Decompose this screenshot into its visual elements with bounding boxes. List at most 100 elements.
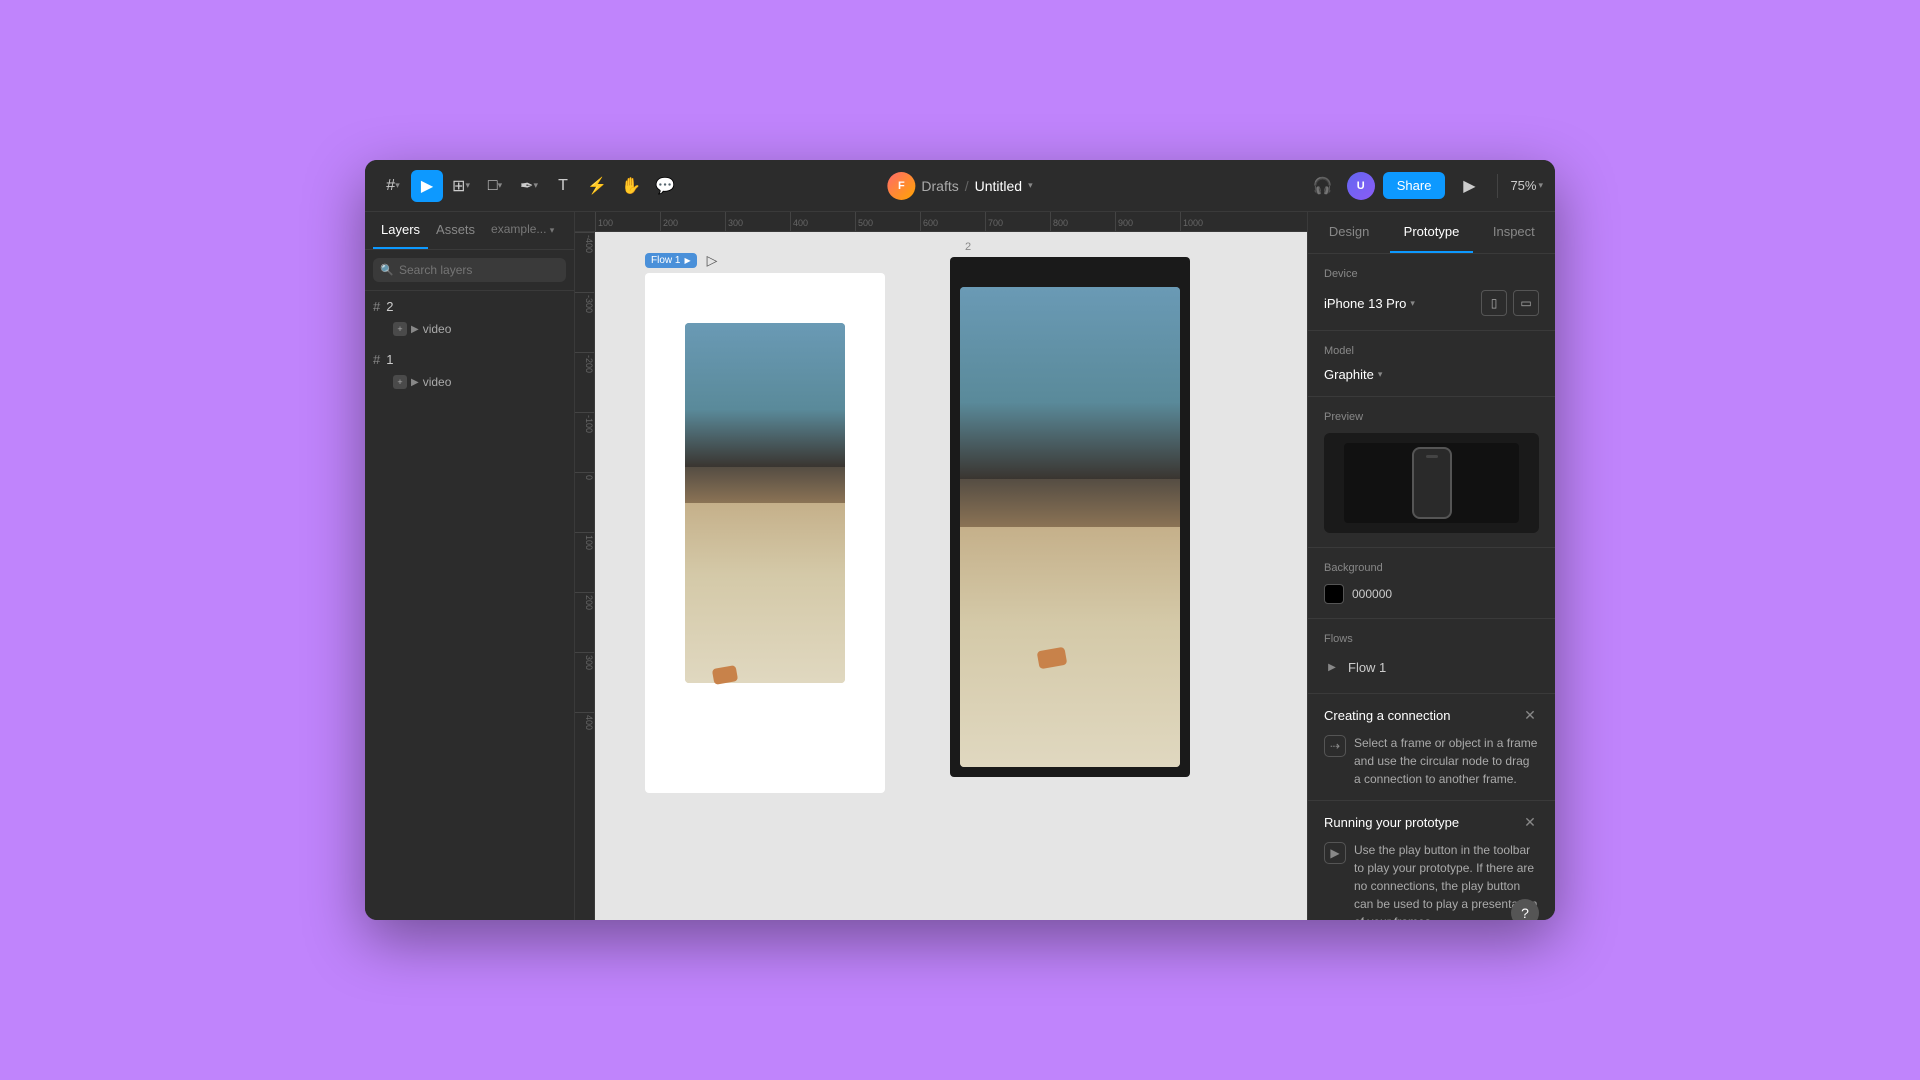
search-input[interactable]: [373, 258, 566, 282]
flow-play-icon: ▶: [684, 256, 690, 265]
ruler-mark: 1000: [1180, 212, 1245, 231]
microphone-icon: 🎧: [1313, 176, 1333, 196]
tab-inspect[interactable]: Inspect: [1473, 212, 1555, 253]
grid-tool-button[interactable]: # ▾: [377, 170, 409, 202]
creating-connection-close[interactable]: ✕: [1521, 706, 1539, 724]
layer-header-2[interactable]: # 2: [365, 295, 574, 318]
device-selector: iPhone 13 Pro ▾ ▯ ▭: [1324, 290, 1539, 316]
running-prototype-header: Running your prototype ✕: [1324, 813, 1539, 831]
frame-2-container: [950, 257, 1190, 777]
model-name: Graphite: [1324, 367, 1374, 382]
ruler-mark: 300: [725, 212, 790, 231]
play-button[interactable]: ▶: [1453, 170, 1485, 202]
flow-item-1[interactable]: ▶ Flow 1: [1324, 655, 1539, 679]
layer-header-1[interactable]: # 1: [365, 348, 574, 371]
landscape-icon: ▭: [1520, 296, 1531, 310]
frame-2-number: 2: [965, 237, 971, 255]
device-chevron: ▾: [1410, 298, 1415, 309]
text-tool-button[interactable]: T: [547, 170, 579, 202]
creating-connection-content: ⇢ Select a frame or object in a frame an…: [1324, 734, 1539, 788]
landscape-button[interactable]: ▭: [1513, 290, 1539, 316]
flow-item-label: Flow 1: [1348, 660, 1386, 675]
breadcrumb-chevron[interactable]: ▾: [1028, 180, 1033, 191]
breadcrumb-file[interactable]: Untitled: [975, 178, 1022, 194]
canvas-content[interactable]: Flow 1 ▶ ▷ 2: [595, 232, 1307, 920]
component-icon: ⚡: [587, 176, 607, 196]
canvas-area[interactable]: 100 200 300 400 500 600 700 800 900 1000…: [575, 212, 1307, 920]
layer-item-video-2[interactable]: + ▶ video: [365, 318, 574, 340]
ruler-left-mark: 400: [575, 712, 594, 772]
layer-group-1: # 1 + ▶ video: [365, 344, 574, 397]
flow-badge[interactable]: Flow 1 ▶: [645, 253, 697, 268]
ruler-left-mark: 200: [575, 592, 594, 652]
portrait-button[interactable]: ▯: [1481, 290, 1507, 316]
zoom-selector[interactable]: 75% ▾: [1510, 178, 1543, 193]
model-selector[interactable]: Graphite ▾: [1324, 367, 1539, 382]
tool-group-main: # ▾ ▶ ⊞ ▾ □ ▾ ✒ ▾ T: [377, 170, 681, 202]
tab-design[interactable]: Design: [1308, 212, 1390, 253]
creating-connection-title: Creating a connection: [1324, 708, 1450, 723]
tab-example[interactable]: example... ▾: [483, 212, 562, 249]
layer-label-video-1: video: [423, 375, 452, 389]
frame-tool-button[interactable]: ⊞ ▾: [445, 170, 477, 202]
search-icon: 🔍: [380, 264, 394, 277]
play-triangle-icon: ▶: [1324, 842, 1346, 864]
layer-item-video-1[interactable]: + ▶ video: [365, 371, 574, 393]
flows-section-title: Flows: [1324, 633, 1539, 645]
frame-2[interactable]: [950, 257, 1190, 777]
app-window: # ▾ ▶ ⊞ ▾ □ ▾ ✒ ▾ T: [365, 160, 1555, 920]
connection-icon: ⇢: [1324, 735, 1346, 757]
comment-tool-button[interactable]: 💬: [649, 170, 681, 202]
layer-expand-1[interactable]: +: [393, 375, 407, 389]
ruler-mark: 400: [790, 212, 855, 231]
model-section: Model Graphite ▾: [1308, 331, 1555, 397]
preview-dark-bg: [1344, 443, 1519, 523]
ruler-left-mark: -400: [575, 232, 594, 292]
device-name[interactable]: iPhone 13 Pro ▾: [1324, 296, 1415, 311]
avatar: F: [887, 172, 915, 200]
tab-example-chevron: ▾: [550, 225, 555, 235]
running-prototype-close[interactable]: ✕: [1521, 813, 1539, 831]
microphone-button[interactable]: 🎧: [1307, 170, 1339, 202]
pen-tool-button[interactable]: ✒ ▾: [513, 170, 545, 202]
cat-image-frame-1: [685, 323, 845, 683]
help-button[interactable]: ?: [1511, 899, 1539, 920]
hand-tool-button[interactable]: ✋: [615, 170, 647, 202]
zoom-value: 75%: [1510, 178, 1536, 193]
creating-connection-text: Select a frame or object in a frame and …: [1354, 734, 1539, 788]
layer-label-video-2: video: [423, 322, 452, 336]
share-button[interactable]: Share: [1383, 172, 1446, 199]
breadcrumb-workspace[interactable]: Drafts: [921, 178, 958, 194]
ruler-left-marks: -400 -300 -200 -100 0 100 200 300 400: [575, 232, 594, 772]
sidebar-tabs: Layers Assets example... ▾: [365, 212, 574, 250]
sidebar: Layers Assets example... ▾ 🔍 # 2: [365, 212, 575, 920]
tab-assets[interactable]: Assets: [428, 212, 483, 249]
shape-icon: □: [488, 177, 498, 195]
main-content: Layers Assets example... ▾ 🔍 # 2: [365, 212, 1555, 920]
tab-layers[interactable]: Layers: [373, 212, 428, 249]
background-color-swatch[interactable]: [1324, 584, 1344, 604]
frame-icon: ⊞: [452, 176, 465, 196]
frame-1[interactable]: [645, 273, 885, 793]
zoom-chevron: ▾: [1538, 180, 1543, 191]
comment-icon: 💬: [655, 176, 675, 196]
tab-prototype[interactable]: Prototype: [1390, 212, 1472, 253]
ruler-left-mark: 300: [575, 652, 594, 712]
component-tool-button[interactable]: ⚡: [581, 170, 613, 202]
ruler-marks-top: 100 200 300 400 500 600 700 800 900 1000: [595, 212, 1307, 231]
shape-tool-button[interactable]: □ ▾: [479, 170, 511, 202]
ruler-left-mark: 100: [575, 532, 594, 592]
select-tool-button[interactable]: ▶: [411, 170, 443, 202]
user-avatar[interactable]: U: [1347, 172, 1375, 200]
preview-box: [1324, 433, 1539, 533]
layer-icon-video-2: ▶: [411, 324, 419, 335]
flow-label: Flow 1: [651, 255, 680, 266]
layer-expand-2[interactable]: +: [393, 322, 407, 336]
tab-example-label: example...: [491, 222, 546, 236]
model-section-title: Model: [1324, 345, 1539, 357]
frame-1-container: Flow 1 ▶ ▷: [645, 252, 885, 793]
ruler-mark: 700: [985, 212, 1050, 231]
play-icon: ▶: [1463, 176, 1475, 196]
frame-1-label: Flow 1 ▶ ▷: [645, 252, 885, 269]
model-chevron: ▾: [1378, 369, 1383, 380]
